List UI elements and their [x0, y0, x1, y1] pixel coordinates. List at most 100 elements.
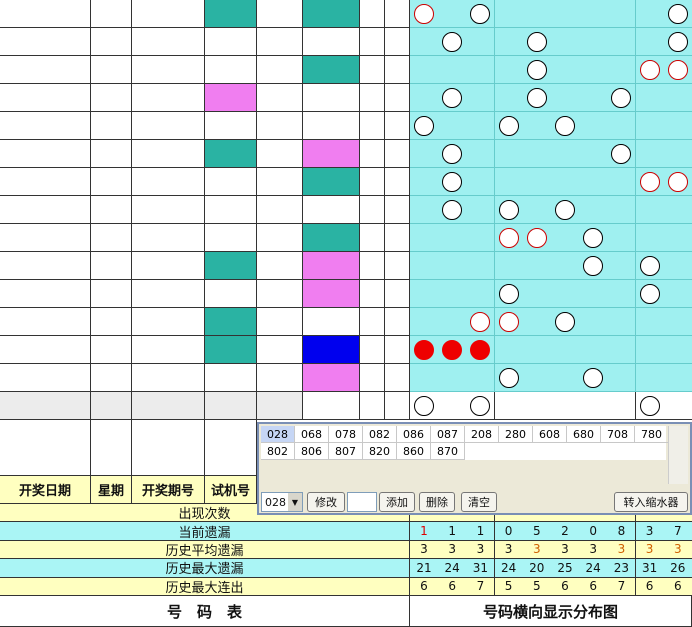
row-win: [303, 196, 360, 224]
combo-cell[interactable]: 807: [329, 443, 363, 460]
ball-cell: [551, 280, 580, 308]
row-week: [91, 224, 132, 252]
number-ball: [526, 59, 547, 80]
row-a: [360, 168, 385, 196]
combo-cell[interactable]: 708: [601, 426, 635, 443]
number-ball: [442, 199, 463, 220]
combo-cell[interactable]: 280: [499, 426, 533, 443]
row-win: [303, 224, 360, 252]
ball-cell: [635, 280, 665, 308]
ball-cell: [551, 308, 580, 336]
combo-list[interactable]: 028 068 078 082 086 087 208 280 608 680 708 780 802 8…: [261, 426, 669, 460]
clear-button[interactable]: 清空: [461, 492, 497, 512]
combo-cell[interactable]: 087: [431, 426, 465, 443]
stat-value: 1: [466, 522, 496, 541]
ball-cell: [522, 140, 552, 168]
chevron-down-icon[interactable]: ▼: [288, 493, 302, 511]
combo-cell[interactable]: 608: [533, 426, 567, 443]
row-a: [360, 56, 385, 84]
ball-cell: [494, 252, 524, 280]
ball-cell: [410, 84, 439, 112]
ball-cell: [551, 28, 580, 56]
ball-cell: [663, 280, 692, 308]
ball-cell: [663, 0, 692, 28]
ball-cell: [494, 308, 524, 336]
ball-cell: [551, 112, 580, 140]
combo-cell[interactable]: 780: [635, 426, 669, 443]
combo-cell[interactable]: 086: [397, 426, 431, 443]
ball-cell: [579, 336, 609, 364]
stat-value: 26: [663, 559, 692, 578]
ball-cell: [522, 196, 552, 224]
ball-cell: [410, 112, 439, 140]
ball-cell: [607, 280, 637, 308]
shrink-button[interactable]: 转入缩水器: [614, 492, 688, 512]
combo-cell[interactable]: 068: [295, 426, 329, 443]
row-date: [0, 112, 91, 140]
row-b: [385, 308, 410, 336]
stat-value: 23: [607, 559, 637, 578]
row-date: [0, 84, 91, 112]
ball-cell: [466, 56, 496, 84]
modify-button[interactable]: 修改: [307, 492, 345, 512]
ball-cell: [494, 84, 524, 112]
ball-cell: [663, 224, 692, 252]
combo-cell[interactable]: 860: [397, 443, 431, 460]
ball-cell: [438, 364, 468, 392]
number-ball: [442, 339, 463, 360]
row-win: [303, 252, 360, 280]
row-b: [385, 196, 410, 224]
edit-input[interactable]: [347, 492, 377, 512]
ball-cell: [494, 280, 524, 308]
delete-button[interactable]: 删除: [419, 492, 455, 512]
stat-value: 3: [579, 540, 609, 560]
row-week: [91, 0, 132, 28]
combo-cell[interactable]: 208: [465, 426, 499, 443]
row-date: [0, 0, 91, 28]
scrollbar[interactable]: [668, 426, 688, 484]
row-date: [0, 364, 91, 392]
number-ball: [611, 87, 632, 108]
combo-select[interactable]: 028 ▼: [261, 492, 303, 512]
ball-cell: [466, 308, 496, 336]
footer-right: 号码横向显示分布图: [410, 596, 692, 627]
stat-value: 3: [438, 540, 468, 560]
ball-cell: [522, 168, 552, 196]
combo-cell[interactable]: 806: [295, 443, 329, 460]
ball-cell: [466, 196, 496, 224]
number-ball: [526, 31, 547, 52]
row-issue: [132, 168, 205, 196]
row-b: [385, 140, 410, 168]
row-a: [360, 308, 385, 336]
ball-cell: [663, 336, 692, 364]
ball-cell: [607, 252, 637, 280]
combo-cell[interactable]: 028: [261, 426, 295, 443]
combo-select-value: 028: [265, 495, 286, 509]
stat-value: 0: [579, 522, 609, 541]
combo-cell[interactable]: 802: [261, 443, 295, 460]
row-a: [360, 364, 385, 392]
combo-cell[interactable]: 870: [431, 443, 465, 460]
row-issue: [132, 336, 205, 364]
ball-cell: [635, 0, 665, 28]
row-sum1: [257, 336, 303, 364]
row-sum1: [257, 308, 303, 336]
stat-label: 历史最大遗漏: [0, 559, 410, 578]
combo-cell[interactable]: 082: [363, 426, 397, 443]
row-date: [0, 28, 91, 56]
ball-cell: [663, 28, 692, 56]
row-issue: [132, 364, 205, 392]
combo-cell[interactable]: 680: [567, 426, 601, 443]
number-ball: [667, 59, 688, 80]
ball-cell: [438, 28, 468, 56]
stat-value: 3: [635, 540, 665, 560]
row-b: [385, 112, 410, 140]
number-ball: [639, 395, 660, 416]
combo-cell[interactable]: 078: [329, 426, 363, 443]
combo-cell[interactable]: 820: [363, 443, 397, 460]
ball-cell: [579, 280, 609, 308]
ball-cell: [466, 224, 496, 252]
ball-cell: [635, 168, 665, 196]
ball-cell: [466, 112, 496, 140]
add-button[interactable]: 添加: [379, 492, 415, 512]
